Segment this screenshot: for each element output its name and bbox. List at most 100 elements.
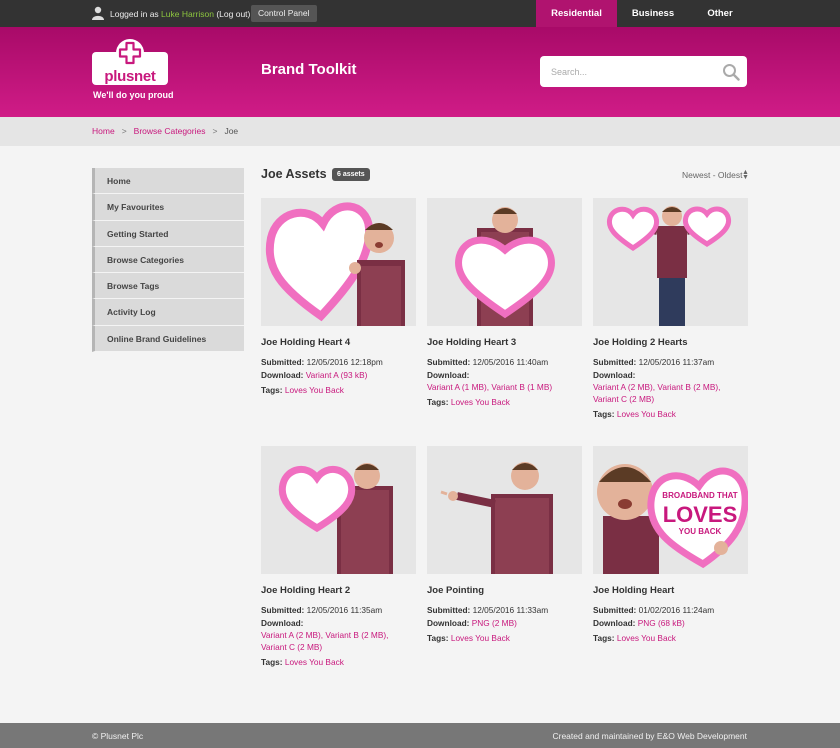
tag-link[interactable]: Loves You Back bbox=[617, 633, 676, 643]
logo-tagline: We'll do you proud bbox=[93, 90, 174, 100]
sort-select[interactable]: Newest - Oldest bbox=[682, 170, 742, 180]
copyright: © Plusnet Plc bbox=[92, 731, 144, 741]
asset-thumbnail[interactable] bbox=[593, 198, 748, 326]
thumb-text-you-back: YOU BACK bbox=[679, 527, 722, 536]
asset-submitted: Submitted: 12/05/2016 11:33am bbox=[427, 604, 582, 616]
tag-link[interactable]: Loves You Back bbox=[451, 633, 510, 643]
tag-link[interactable]: Loves You Back bbox=[451, 397, 510, 407]
sidebar-item-browse-categories[interactable]: Browse Categories bbox=[92, 246, 244, 274]
download-variant-b-link[interactable]: Variant B (1 MB) bbox=[491, 382, 552, 392]
page-title: Brand Toolkit bbox=[261, 61, 357, 78]
download-label: Download: bbox=[261, 370, 304, 380]
asset-meta: Submitted: 12/05/2016 11:37am Download: V… bbox=[593, 356, 748, 420]
sidebar-item-home[interactable]: Home bbox=[92, 168, 244, 195]
asset-meta: Submitted: 12/05/2016 11:40am Download: V… bbox=[427, 356, 582, 408]
asset-submitted: Submitted: 01/02/2016 11:24am bbox=[593, 604, 748, 616]
asset-title[interactable]: Joe Holding Heart 2 bbox=[261, 585, 416, 596]
credits: Created and maintained by E&O Web Develo… bbox=[552, 731, 747, 741]
download-variant-b-link[interactable]: Variant B (2 MB), bbox=[325, 630, 388, 640]
download-variant-c-link[interactable]: Variant C (2 MB) bbox=[261, 642, 322, 652]
asset-card: Joe Holding 2 Hearts Submitted: 12/05/20… bbox=[593, 198, 748, 421]
asset-title[interactable]: Joe Holding Heart bbox=[593, 585, 748, 596]
assets-heading: Joe Assets bbox=[261, 167, 327, 181]
asset-thumbnail[interactable] bbox=[427, 446, 582, 574]
download-variant-a-link[interactable]: Variant A (1 MB), bbox=[427, 382, 489, 392]
download-variant-a-link[interactable]: Variant A (2 MB), bbox=[261, 630, 323, 640]
asset-tags: Tags: Loves You Back bbox=[261, 656, 416, 668]
sidebar-item-activity-log[interactable]: Activity Log bbox=[92, 299, 244, 326]
tab-residential[interactable]: Residential bbox=[536, 0, 617, 27]
asset-submitted: Submitted: 12/05/2016 11:40am bbox=[427, 356, 582, 368]
tab-business[interactable]: Business bbox=[617, 0, 689, 27]
search-input[interactable] bbox=[540, 56, 747, 87]
asset-meta: Submitted: 01/02/2016 11:24am Download: … bbox=[593, 604, 748, 644]
sidebar-item-getting-started[interactable]: Getting Started bbox=[92, 220, 244, 247]
asset-download: Download: Variant A (2 MB), Variant B (2 … bbox=[593, 369, 748, 405]
submitted-label: Submitted: bbox=[593, 605, 637, 615]
two-hearts-photo-icon bbox=[593, 198, 748, 326]
breadcrumb-browse-categories[interactable]: Browse Categories bbox=[134, 126, 206, 136]
asset-meta: Submitted: 12/05/2016 12:18pm Download: … bbox=[261, 356, 416, 396]
download-label: Download: bbox=[261, 618, 304, 628]
asset-meta: Submitted: 12/05/2016 11:35am Download: V… bbox=[261, 604, 416, 668]
logout-link[interactable]: (Log out) bbox=[216, 9, 250, 19]
asset-download: Download: Variant A (2 MB), Variant B (2 … bbox=[261, 617, 416, 653]
tab-other[interactable]: Other bbox=[689, 0, 751, 27]
plusnet-logo[interactable]: plusnet We'll do you proud bbox=[92, 38, 174, 103]
sidebar-item-brand-guidelines[interactable]: Online Brand Guidelines bbox=[92, 325, 244, 353]
sidebar-item-my-favourites[interactable]: My Favourites bbox=[92, 194, 244, 221]
asset-download: Download: PNG (68 kB) bbox=[593, 617, 748, 629]
asset-thumbnail[interactable] bbox=[261, 198, 416, 326]
site-header: plusnet We'll do you proud Brand Toolkit bbox=[0, 27, 840, 117]
pointing-photo-icon bbox=[427, 446, 582, 574]
asset-title[interactable]: Joe Pointing bbox=[427, 585, 582, 596]
asset-card: Joe Holding Heart 3 Submitted: 12/05/201… bbox=[427, 198, 582, 409]
download-label: Download: bbox=[593, 370, 636, 380]
username-link[interactable]: Luke Harrison bbox=[161, 9, 214, 19]
asset-submitted: Submitted: 12/05/2016 11:35am bbox=[261, 604, 416, 616]
asset-tags: Tags: Loves You Back bbox=[593, 632, 748, 644]
download-png-link[interactable]: PNG (68 kB) bbox=[638, 618, 685, 628]
tags-label: Tags: bbox=[261, 385, 283, 395]
user-icon bbox=[92, 6, 104, 20]
tag-link[interactable]: Loves You Back bbox=[617, 409, 676, 419]
download-label: Download: bbox=[593, 618, 636, 628]
download-variant-a-link[interactable]: Variant A (2 MB), bbox=[593, 382, 655, 392]
heart-photo-icon bbox=[261, 198, 416, 326]
tag-link[interactable]: Loves You Back bbox=[285, 385, 344, 395]
sort-caret-icon[interactable]: ▲ ▼ bbox=[742, 169, 749, 181]
download-variant-b-link[interactable]: Variant B (2 MB), bbox=[657, 382, 720, 392]
submitted-label: Submitted: bbox=[427, 357, 471, 367]
search-icon[interactable] bbox=[722, 63, 740, 81]
sidebar-item-browse-tags[interactable]: Browse Tags bbox=[92, 273, 244, 300]
asset-count-badge: 6 assets bbox=[332, 168, 370, 181]
tags-label: Tags: bbox=[427, 397, 449, 407]
download-variant-a-link[interactable]: Variant A (93 kB) bbox=[306, 370, 368, 380]
asset-tags: Tags: Loves You Back bbox=[427, 632, 582, 644]
submitted-label: Submitted: bbox=[427, 605, 471, 615]
asset-meta: Submitted: 12/05/2016 11:33am Download: … bbox=[427, 604, 582, 644]
control-panel-button[interactable]: Control Panel bbox=[251, 5, 317, 22]
logo-wordmark: plusnet bbox=[104, 68, 156, 85]
asset-thumbnail[interactable] bbox=[261, 446, 416, 574]
download-variant-c-link[interactable]: Variant C (2 MB) bbox=[593, 394, 654, 404]
asset-title[interactable]: Joe Holding Heart 4 bbox=[261, 337, 416, 348]
sidebar-nav: Home My Favourites Getting Started Brows… bbox=[92, 168, 244, 353]
asset-thumbnail[interactable]: BROADBAND THAT LOVES YOU BACK bbox=[593, 446, 748, 574]
asset-download: Download: Variant A (93 kB) bbox=[261, 369, 416, 381]
asset-title[interactable]: Joe Holding Heart 3 bbox=[427, 337, 582, 348]
asset-title[interactable]: Joe Holding 2 Hearts bbox=[593, 337, 748, 348]
site-footer: © Plusnet Plc Created and maintained by … bbox=[0, 723, 840, 748]
submitted-value: 12/05/2016 11:33am bbox=[472, 605, 549, 615]
asset-card: BROADBAND THAT LOVES YOU BACK Joe Holdin… bbox=[593, 446, 748, 645]
download-png-link[interactable]: PNG (2 MB) bbox=[472, 618, 517, 628]
submitted-value: 12/05/2016 11:35am bbox=[306, 605, 383, 615]
asset-thumbnail[interactable] bbox=[427, 198, 582, 326]
tag-link[interactable]: Loves You Back bbox=[285, 657, 344, 667]
download-label: Download: bbox=[427, 370, 470, 380]
thumb-text-broadband: BROADBAND THAT bbox=[662, 491, 738, 500]
submitted-label: Submitted: bbox=[593, 357, 637, 367]
loves-you-back-photo-icon: BROADBAND THAT LOVES YOU BACK bbox=[593, 446, 748, 574]
tags-label: Tags: bbox=[427, 633, 449, 643]
breadcrumb-home[interactable]: Home bbox=[92, 126, 115, 136]
